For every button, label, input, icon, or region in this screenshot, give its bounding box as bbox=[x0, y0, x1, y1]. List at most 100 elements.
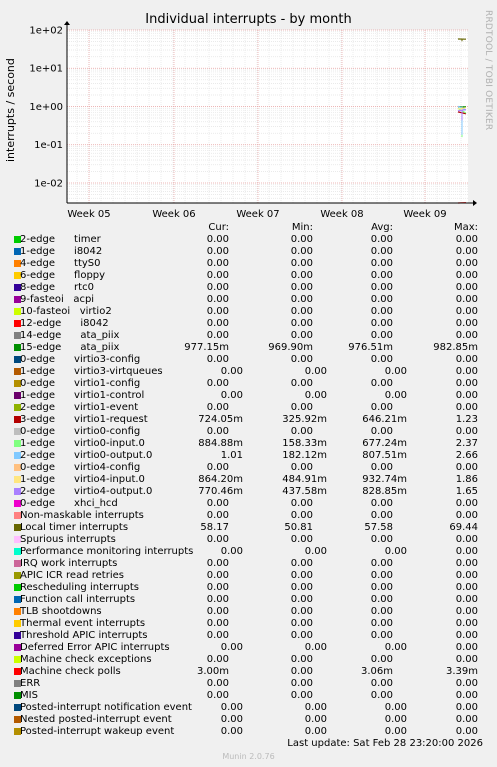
legend-value-min: 50.81 bbox=[284, 522, 313, 533]
legend-value-cur: 0.00 bbox=[206, 378, 229, 389]
legend-series-name: Deferred Error APIC interrupts bbox=[20, 642, 170, 653]
legend-value-avg: 57.58 bbox=[364, 522, 393, 533]
legend-value-cur: 0.00 bbox=[206, 690, 229, 701]
legend-row: 0-edge virtio3-config 0.00 0.00 0.00 0.00 bbox=[0, 354, 497, 366]
legend-value-cur: 0.00 bbox=[220, 366, 243, 377]
legend-value-cur: 977.15m bbox=[184, 342, 229, 353]
legend-value-cur: 0.00 bbox=[206, 630, 229, 641]
legend-value-avg: 0.00 bbox=[370, 594, 393, 605]
legend-series-name: Posted-interrupt wakeup event bbox=[20, 726, 175, 737]
minor-gridlines bbox=[67, 30, 468, 204]
legend-series-name: 1-edge i8042 bbox=[20, 246, 103, 257]
legend-value-min: 0.00 bbox=[304, 714, 327, 725]
legend-value-max: 0.00 bbox=[455, 678, 478, 689]
legend-value-avg: 0.00 bbox=[370, 534, 393, 545]
legend-series-name: 0-edge virtio0-config bbox=[20, 426, 141, 437]
legend-value-min: 969.90m bbox=[268, 342, 313, 353]
legend-value-min: 0.00 bbox=[290, 246, 313, 257]
legend-value-min: 0.00 bbox=[290, 354, 313, 365]
legend-value-max: 0.00 bbox=[455, 654, 478, 665]
legend-value-avg: 0.00 bbox=[370, 282, 393, 293]
x-tick-label: Week 06 bbox=[152, 209, 195, 220]
legend-row: 1-edge virtio1-control 0.00 0.00 0.00 0.00 bbox=[0, 390, 497, 402]
legend-row: Posted-interrupt notification event 0.00 0… bbox=[0, 702, 497, 714]
legend-row: 1-edge virtio3-virtqueues 0.00 0.00 0.00 0.0… bbox=[0, 366, 497, 378]
legend-value-avg: 0.00 bbox=[370, 294, 393, 305]
plot-area: 1e-02 1e-01 1e+00 1e+01 1e+02 Week 05 Week 06… bbox=[29, 21, 477, 220]
legend-value-max: 0.00 bbox=[455, 630, 478, 641]
y-tick-label: 1e-01 bbox=[34, 140, 63, 151]
x-tick-labels: Week 05 Week 06 Week 07 Week 08 Week 09 bbox=[67, 209, 446, 220]
legend-value-avg: 3.06m bbox=[360, 666, 393, 677]
legend-value-min: 437.58m bbox=[282, 486, 327, 497]
legend-series-name: Function call interrupts bbox=[20, 594, 136, 605]
legend-value-min: 0.00 bbox=[304, 390, 327, 401]
legend-value-min: 0.00 bbox=[290, 462, 313, 473]
legend-value-max: 0.00 bbox=[455, 426, 478, 437]
legend-value-min: 0.00 bbox=[290, 270, 313, 281]
legend-value-cur: 0.00 bbox=[220, 714, 243, 725]
legend-series-name: Machine check exceptions bbox=[20, 654, 152, 665]
legend-value-cur: 0.00 bbox=[206, 294, 229, 305]
legend-value-max: 0.00 bbox=[455, 390, 478, 401]
legend-value-max: 0.00 bbox=[455, 498, 478, 509]
legend-value-cur: 0.00 bbox=[206, 402, 229, 413]
legend-row: 14-edge ata_piix 0.00 0.00 0.00 0.00 bbox=[0, 330, 497, 342]
legend-series-name: 0-edge virtio4-config bbox=[20, 462, 141, 473]
legend-value-max: 0.00 bbox=[455, 690, 478, 701]
last-update: Last update: Sat Feb 28 23:20:00 2026 bbox=[287, 738, 483, 749]
legend-value-min: 0.00 bbox=[290, 402, 313, 413]
legend-value-max: 1.23 bbox=[455, 414, 478, 425]
x-tick-label: Week 09 bbox=[403, 209, 446, 220]
legend-row: 0-edge virtio1-config 0.00 0.00 0.00 0.00 bbox=[0, 378, 497, 390]
legend-value-avg: 0.00 bbox=[370, 306, 393, 317]
legend-value-cur: 0.00 bbox=[206, 354, 229, 365]
legend-value-avg: 807.51m bbox=[362, 450, 407, 461]
legend-row: 1-edge i8042 0.00 0.00 0.00 0.00 bbox=[0, 246, 497, 258]
legend-row: 4-edge ttyS0 0.00 0.00 0.00 0.00 bbox=[0, 258, 497, 270]
legend-value-min: 0.00 bbox=[290, 606, 313, 617]
legend-value-min: 0.00 bbox=[290, 306, 313, 317]
legend-value-cur: 0.00 bbox=[220, 702, 243, 713]
legend-value-avg: 0.00 bbox=[370, 318, 393, 329]
legend-value-min: 0.00 bbox=[290, 582, 313, 593]
legend-value-cur: 864.20m bbox=[198, 474, 243, 485]
legend-value-min: 0.00 bbox=[290, 630, 313, 641]
legend-value-min: 0.00 bbox=[290, 654, 313, 665]
legend-value-avg: 0.00 bbox=[384, 642, 407, 653]
legend-value-avg: 0.00 bbox=[384, 546, 407, 557]
legend-value-max: 2.37 bbox=[455, 438, 478, 449]
legend-value-cur: 0.00 bbox=[206, 510, 229, 521]
legend-value-avg: 0.00 bbox=[370, 690, 393, 701]
legend-row: ERR 0.00 0.00 0.00 0.00 bbox=[0, 678, 497, 690]
legend-value-cur: 0.00 bbox=[206, 570, 229, 581]
legend-value-cur: 58.17 bbox=[200, 522, 229, 533]
legend-value-avg: 0.00 bbox=[370, 234, 393, 245]
legend-value-avg: 646.21m bbox=[362, 414, 407, 425]
legend-series-name: Posted-interrupt notification event bbox=[20, 702, 192, 713]
legend-value-avg: 0.00 bbox=[370, 582, 393, 593]
legend-row: 1-edge virtio4-input.0 864.20m 484.91m 932.… bbox=[0, 474, 497, 486]
legend-value-max: 0.00 bbox=[455, 582, 478, 593]
x-tick-label: Week 05 bbox=[67, 209, 110, 220]
legend-value-cur: 0.00 bbox=[206, 678, 229, 689]
legend-series-name: ERR bbox=[20, 678, 41, 689]
legend-row: Thermal event interrupts 0.00 0.00 0.00 0.00 bbox=[0, 618, 497, 630]
legend-value-min: 0.00 bbox=[290, 330, 313, 341]
legend-series-name: Machine check polls bbox=[20, 666, 121, 677]
legend-row: 9-fasteoi acpi 0.00 0.00 0.00 0.00 bbox=[0, 294, 497, 306]
legend-row: Non-maskable interrupts 0.00 0.00 0.00 0.00 bbox=[0, 510, 497, 522]
y-tick-label: 1e-02 bbox=[34, 178, 63, 189]
legend-row: 15-edge ata_piix 977.15m 969.90m 976.51m 982… bbox=[0, 342, 497, 354]
legend-series-name: 2-edge timer bbox=[20, 234, 101, 245]
y-tick-label: 1e+01 bbox=[29, 64, 63, 75]
legend-value-min: 182.12m bbox=[282, 450, 327, 461]
legend-value-cur: 0.00 bbox=[206, 246, 229, 257]
legend-value-cur: 0.00 bbox=[206, 258, 229, 269]
munin-version: Munin 2.0.76 bbox=[222, 752, 275, 761]
legend-series-name: Nested posted-interrupt event bbox=[20, 714, 172, 725]
legend-value-max: 0.00 bbox=[455, 270, 478, 281]
legend-value-min: 0.00 bbox=[290, 498, 313, 509]
legend-value-cur: 770.46m bbox=[198, 486, 243, 497]
legend-series-name: Local timer interrupts bbox=[20, 522, 129, 533]
